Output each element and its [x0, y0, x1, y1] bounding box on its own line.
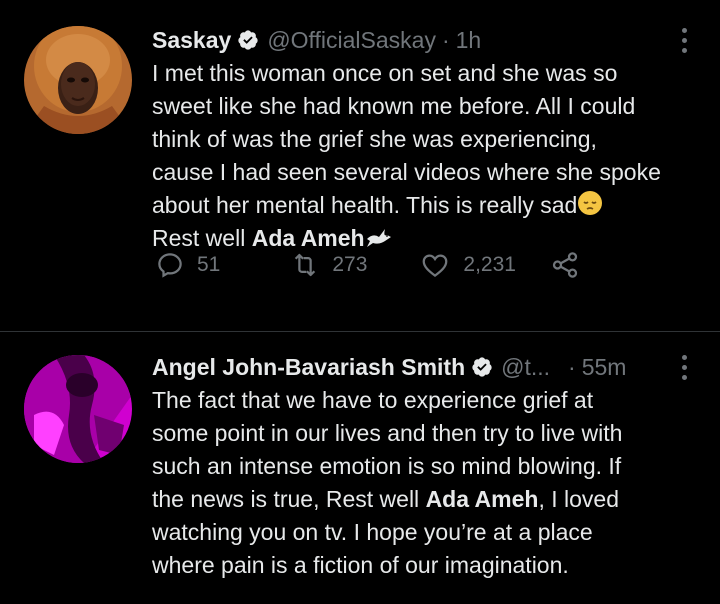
tweet-text-segment: , I loved: [538, 486, 619, 512]
tweet[interactable]: Saskay @OfficialSaskay · 1h I met this w…: [0, 0, 720, 332]
tweet-text: The fact that we have to experience grie…: [152, 384, 696, 582]
like-count: 2,231: [463, 253, 516, 276]
share-button[interactable]: [550, 250, 580, 280]
retweet-count: 273: [332, 253, 368, 276]
tweet[interactable]: Angel John-Bavariash Smith @t... · 55m T…: [0, 332, 720, 603]
timestamp[interactable]: 55m: [582, 354, 627, 381]
tweet-text-line: where pain is a fiction of our imaginati…: [152, 552, 569, 578]
tweet-text-line: some point in our lives and then try to …: [152, 420, 623, 446]
verified-badge-icon: [238, 30, 258, 50]
tweet-text-line: the news is true, Rest well Ada Ameh, I …: [152, 483, 696, 516]
tweet-text-segment: the news is true, Rest well: [152, 486, 426, 512]
pensive-face-icon: [578, 191, 603, 215]
more-options-icon[interactable]: [672, 353, 696, 381]
retweet-button[interactable]: 273: [290, 250, 367, 280]
share-icon: [552, 252, 578, 278]
mention-name: Ada Ameh: [425, 486, 539, 512]
timestamp[interactable]: 1h: [456, 27, 482, 54]
avatar[interactable]: [24, 26, 132, 134]
dove-icon: [366, 229, 391, 247]
like-button[interactable]: 2,231: [419, 250, 516, 280]
avatar[interactable]: [24, 355, 132, 463]
reply-icon: [158, 253, 182, 278]
separator-dot: ·: [568, 353, 576, 380]
tweet-text-segment: Rest well: [152, 225, 252, 251]
retweet-icon: [295, 253, 316, 277]
author-handle[interactable]: @OfficialSaskay: [267, 27, 436, 54]
tweet-text-line: such an intense emotion is so mind blowi…: [152, 453, 622, 479]
tweet-text-line: I met this woman once on set and she was…: [152, 60, 618, 86]
tweet-text-segment: about her mental health. This is really …: [152, 192, 578, 218]
avatar-woman-icon: [24, 26, 132, 134]
tweet-text-line: cause I had seen several videos where sh…: [152, 159, 661, 185]
verified-badge-icon: [472, 357, 492, 377]
tweet-text-line: watching you on tv. I hope you’re at a p…: [152, 519, 593, 545]
tweet-text-line: sweet like she had known me before. All …: [152, 93, 636, 119]
mention-name: Ada Ameh: [251, 225, 365, 251]
author-name[interactable]: Angel John-Bavariash Smith: [152, 354, 465, 381]
heart-icon: [423, 254, 448, 278]
more-options-icon[interactable]: [672, 26, 696, 54]
tweet-text: I met this woman once on set and she was…: [152, 57, 696, 255]
reply-button[interactable]: 51: [155, 250, 220, 280]
tweet-text-line: The fact that we have to experience grie…: [152, 387, 594, 413]
author-handle[interactable]: @t...: [501, 354, 550, 381]
reply-count: 51: [197, 253, 221, 276]
tweet-actions: 51 273 2,231: [155, 250, 580, 280]
tweet-text-line: think of was the grief she was experienc…: [152, 126, 597, 152]
separator-dot: ·: [441, 26, 450, 53]
avatar-magenta-photo-icon: [24, 355, 132, 463]
tweet-text-line: about her mental health. This is really …: [152, 189, 696, 222]
author-name[interactable]: Saskay: [152, 27, 231, 54]
